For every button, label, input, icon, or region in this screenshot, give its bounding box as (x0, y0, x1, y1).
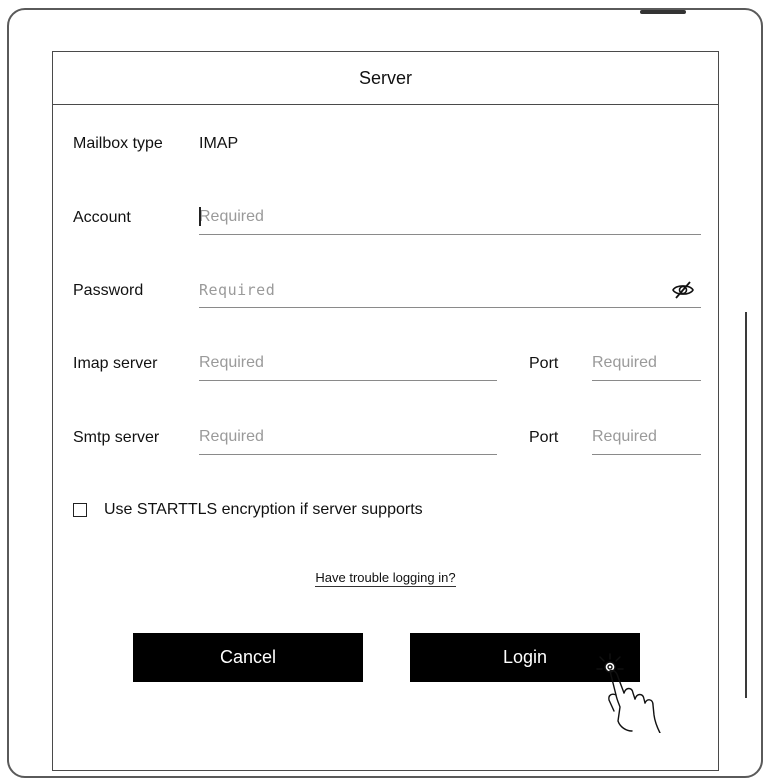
smtp-port-input[interactable] (592, 419, 701, 454)
smtp-server-input[interactable] (199, 419, 497, 454)
starttls-option[interactable]: Use STARTTLS encryption if server suppor… (73, 501, 423, 519)
trouble-link-row: Have trouble logging in? (53, 569, 718, 587)
trouble-logging-in-link[interactable]: Have trouble logging in? (315, 570, 456, 587)
password-field[interactable] (199, 272, 701, 308)
text-cursor (199, 207, 201, 226)
account-label: Account (73, 209, 131, 226)
mailbox-type-value: IMAP (199, 135, 239, 152)
smtp-server-field[interactable] (199, 419, 497, 455)
hand-pointer-icon (596, 653, 661, 733)
account-field[interactable] (199, 199, 701, 235)
starttls-label: Use STARTTLS encryption if server suppor… (104, 501, 423, 518)
scrollbar[interactable] (745, 312, 747, 698)
dialog-title: Server (358, 67, 412, 88)
password-label: Password (73, 282, 144, 299)
eye-off-icon[interactable] (671, 278, 695, 302)
mailbox-type-label: Mailbox type (73, 135, 163, 152)
device-top-button (640, 10, 686, 14)
imap-port-input[interactable] (592, 345, 701, 380)
imap-port-field[interactable] (592, 345, 701, 381)
smtp-port-label: Port (529, 429, 559, 446)
imap-port-label: Port (529, 355, 559, 372)
imap-server-input[interactable] (199, 345, 497, 380)
imap-server-field[interactable] (199, 345, 497, 381)
cancel-button[interactable]: Cancel (133, 633, 363, 682)
imap-server-label: Imap server (73, 355, 158, 372)
password-input[interactable] (199, 272, 701, 307)
smtp-port-field[interactable] (592, 419, 701, 455)
cancel-button-label: Cancel (219, 647, 277, 667)
login-button-label: Login (502, 647, 548, 667)
dialog-header: Server (53, 52, 718, 105)
starttls-checkbox[interactable] (73, 503, 87, 517)
account-input[interactable] (199, 199, 701, 234)
smtp-server-label: Smtp server (73, 429, 160, 446)
